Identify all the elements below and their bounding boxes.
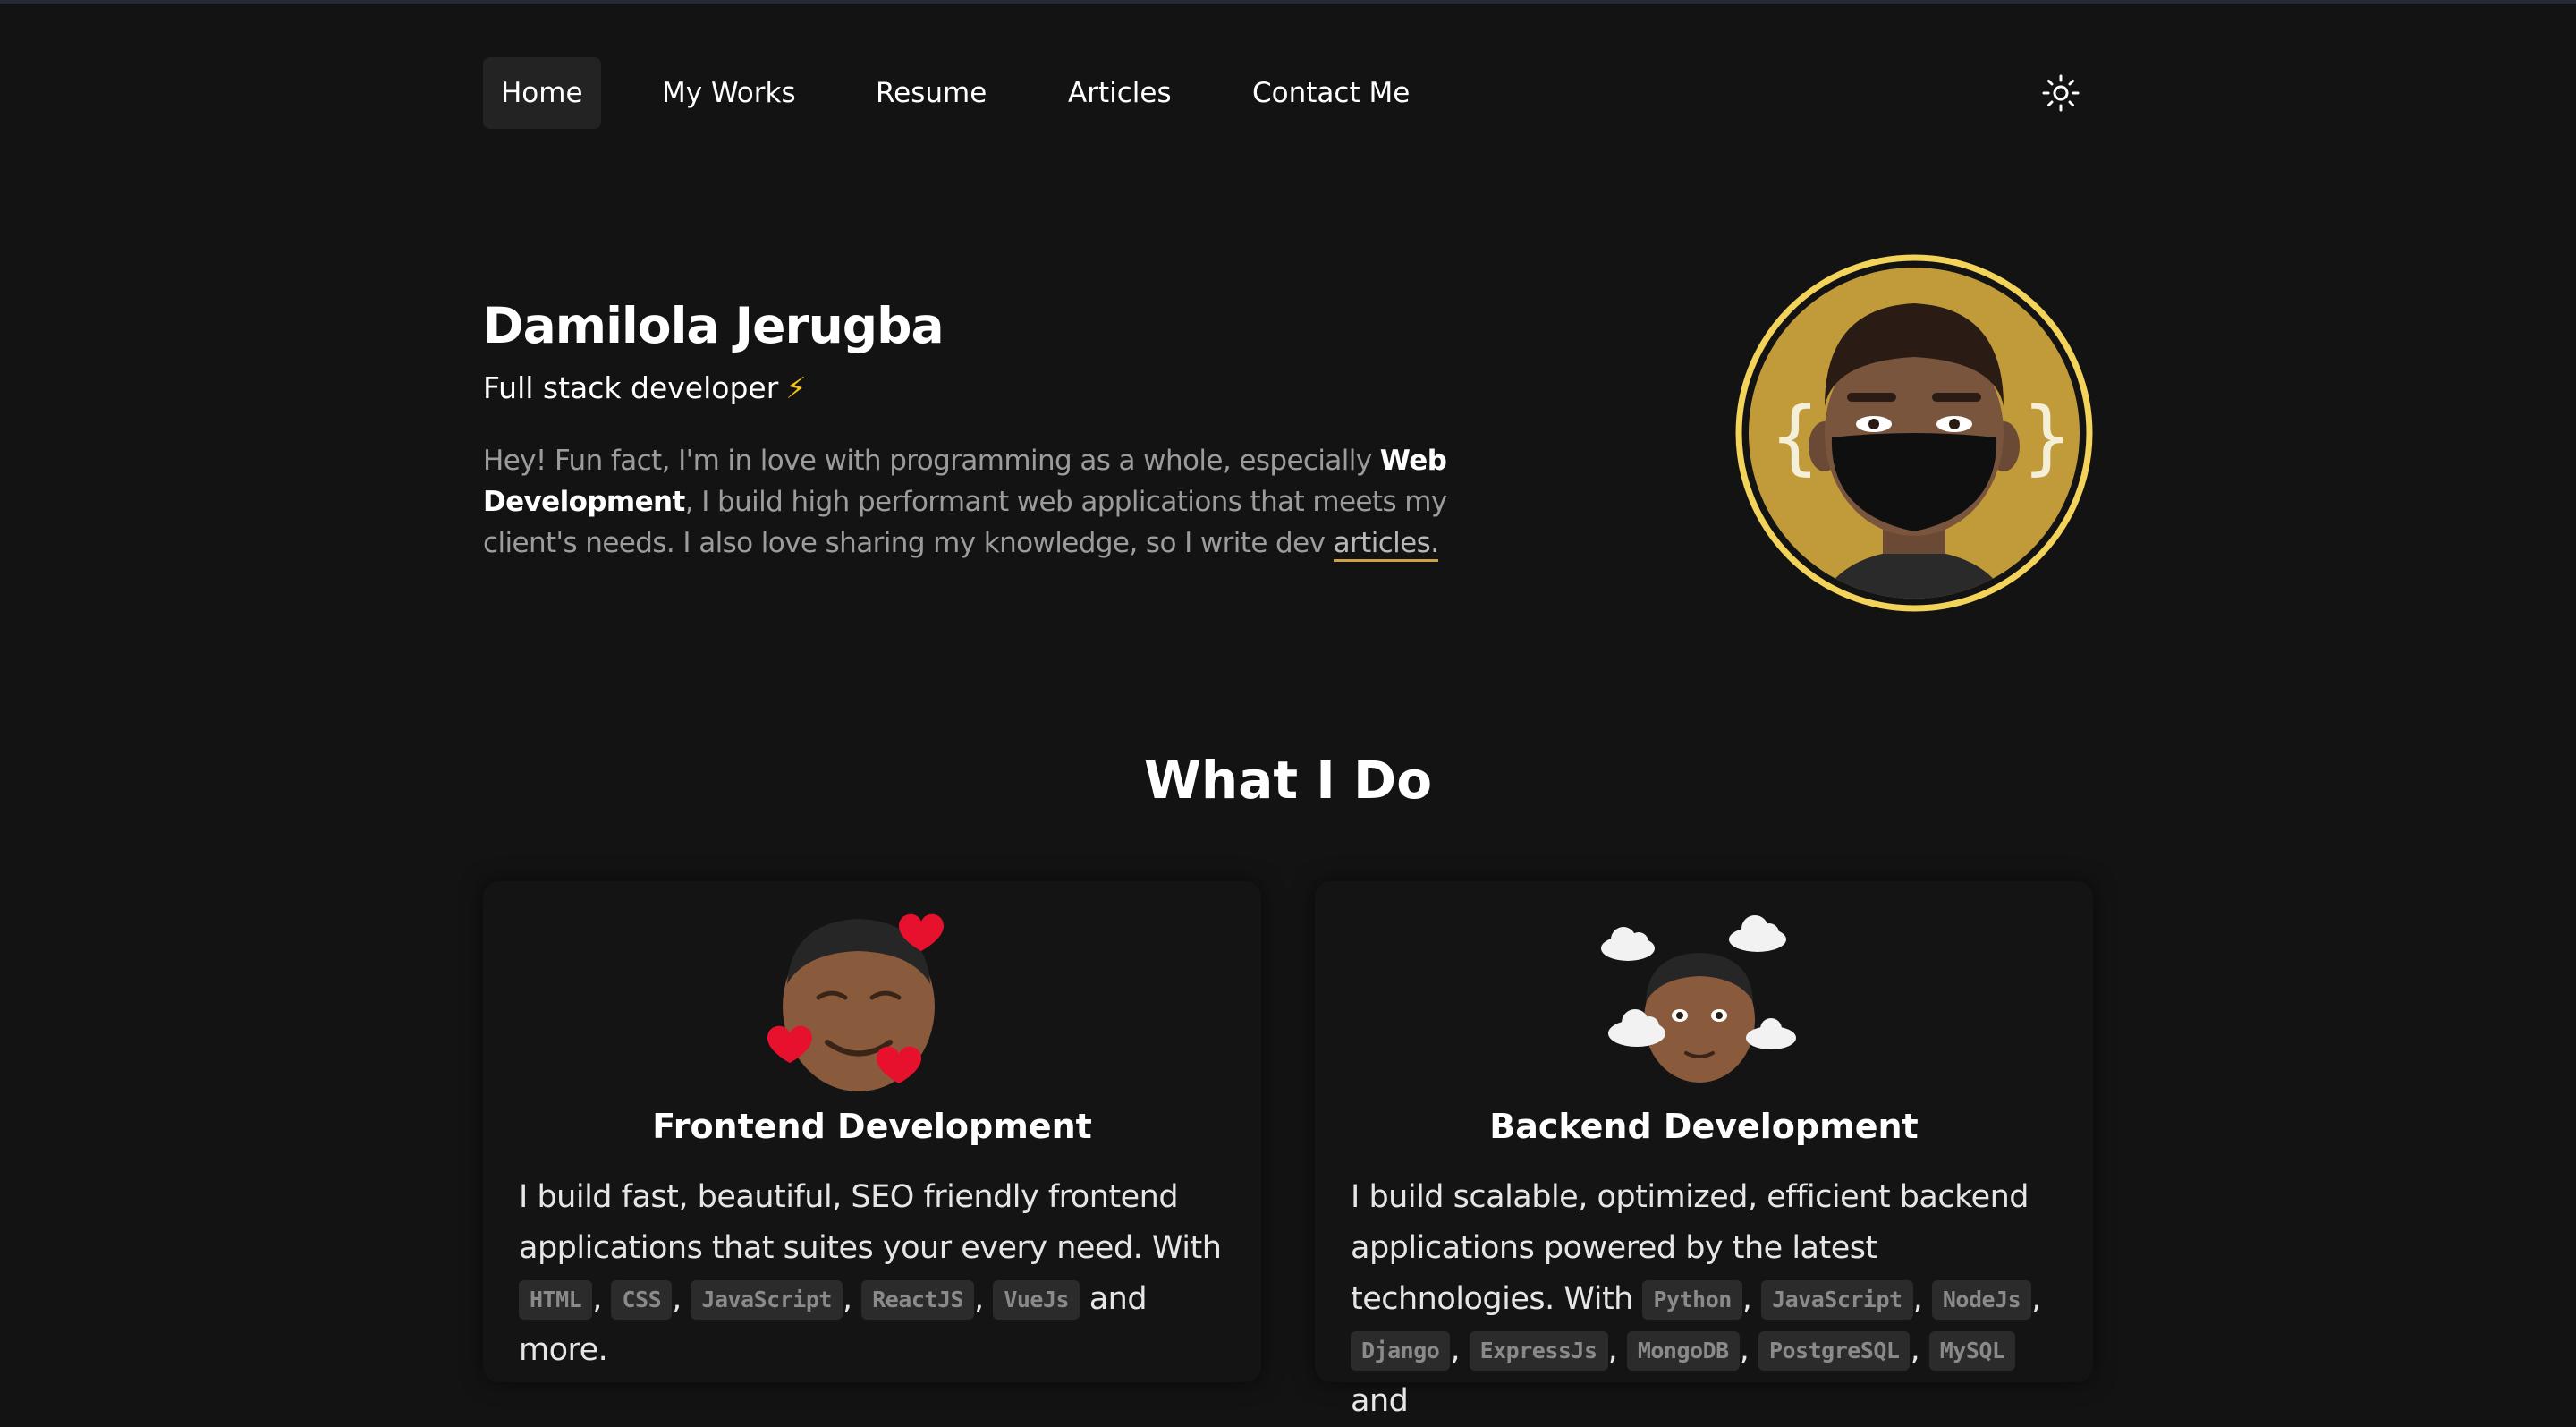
bio-text-1: Hey! Fun fact, I'm in love with programm… [483, 445, 1380, 477]
card-title: Backend Development [1489, 1107, 1919, 1146]
nav-home[interactable]: Home [483, 57, 601, 129]
tech-tag: HTML [519, 1280, 593, 1320]
memoji-hearts-image [760, 899, 957, 1096]
card-description: I build fast, beautiful, SEO friendly fr… [519, 1179, 1222, 1368]
tech-tag: ExpressJs [1469, 1331, 1608, 1371]
nav-resume[interactable]: Resume [876, 57, 987, 129]
tech-tag: NodeJs [1931, 1280, 2032, 1320]
articles-link[interactable]: articles. [1333, 527, 1439, 562]
memoji-clouds-image [1592, 899, 1796, 1096]
tech-tag: MongoDB [1626, 1331, 1740, 1371]
tech-tag: PostgreSQL [1758, 1331, 1911, 1371]
tech-tag: CSS [611, 1280, 673, 1320]
card-description: I build scalable, optimized, efficient b… [1351, 1179, 2041, 1419]
tech-tag: ReactJS [861, 1280, 975, 1320]
hero-name: Damilola Jerugba [483, 297, 945, 354]
card-title: Frontend Development [652, 1107, 1092, 1146]
top-border [0, 0, 2576, 4]
hero-role: Full stack developer ⚡ [483, 370, 806, 405]
tech-tag: JavaScript [691, 1280, 843, 1320]
svg-text:{: { [1769, 390, 1820, 484]
card-desc-intro: I build fast, beautiful, SEO friendly fr… [519, 1179, 1222, 1266]
card-desc-outro: and [1351, 1383, 1409, 1419]
tech-tag: Python [1642, 1280, 1742, 1320]
svg-text:}: } [2021, 390, 2072, 484]
tech-tag: VueJs [993, 1280, 1080, 1320]
tech-tag: MySQL [1928, 1331, 2016, 1371]
service-card-backend: Backend Development I build scalable, op… [1315, 881, 2093, 1419]
nav-articles[interactable]: Articles [1068, 57, 1172, 129]
avatar: { } [1735, 254, 2093, 612]
theme-toggle-button[interactable] [2039, 72, 2082, 115]
tech-tag: JavaScript [1761, 1280, 1913, 1320]
hero-role-text: Full stack developer [483, 370, 779, 405]
sun-icon [2042, 74, 2080, 112]
main-nav: Home My Works Resume Articles Contact Me [483, 57, 2080, 129]
hero-bio: Hey! Fun fact, I'm in love with programm… [483, 440, 1538, 564]
section-title: What I Do [1143, 750, 1433, 811]
tech-tag: Django [1351, 1331, 1451, 1371]
nav-contact-me[interactable]: Contact Me [1252, 57, 1410, 129]
service-card-frontend: Frontend Development I build fast, beaut… [483, 881, 1261, 1382]
nav-my-works[interactable]: My Works [662, 57, 796, 129]
lightning-icon: ⚡ [785, 370, 807, 405]
